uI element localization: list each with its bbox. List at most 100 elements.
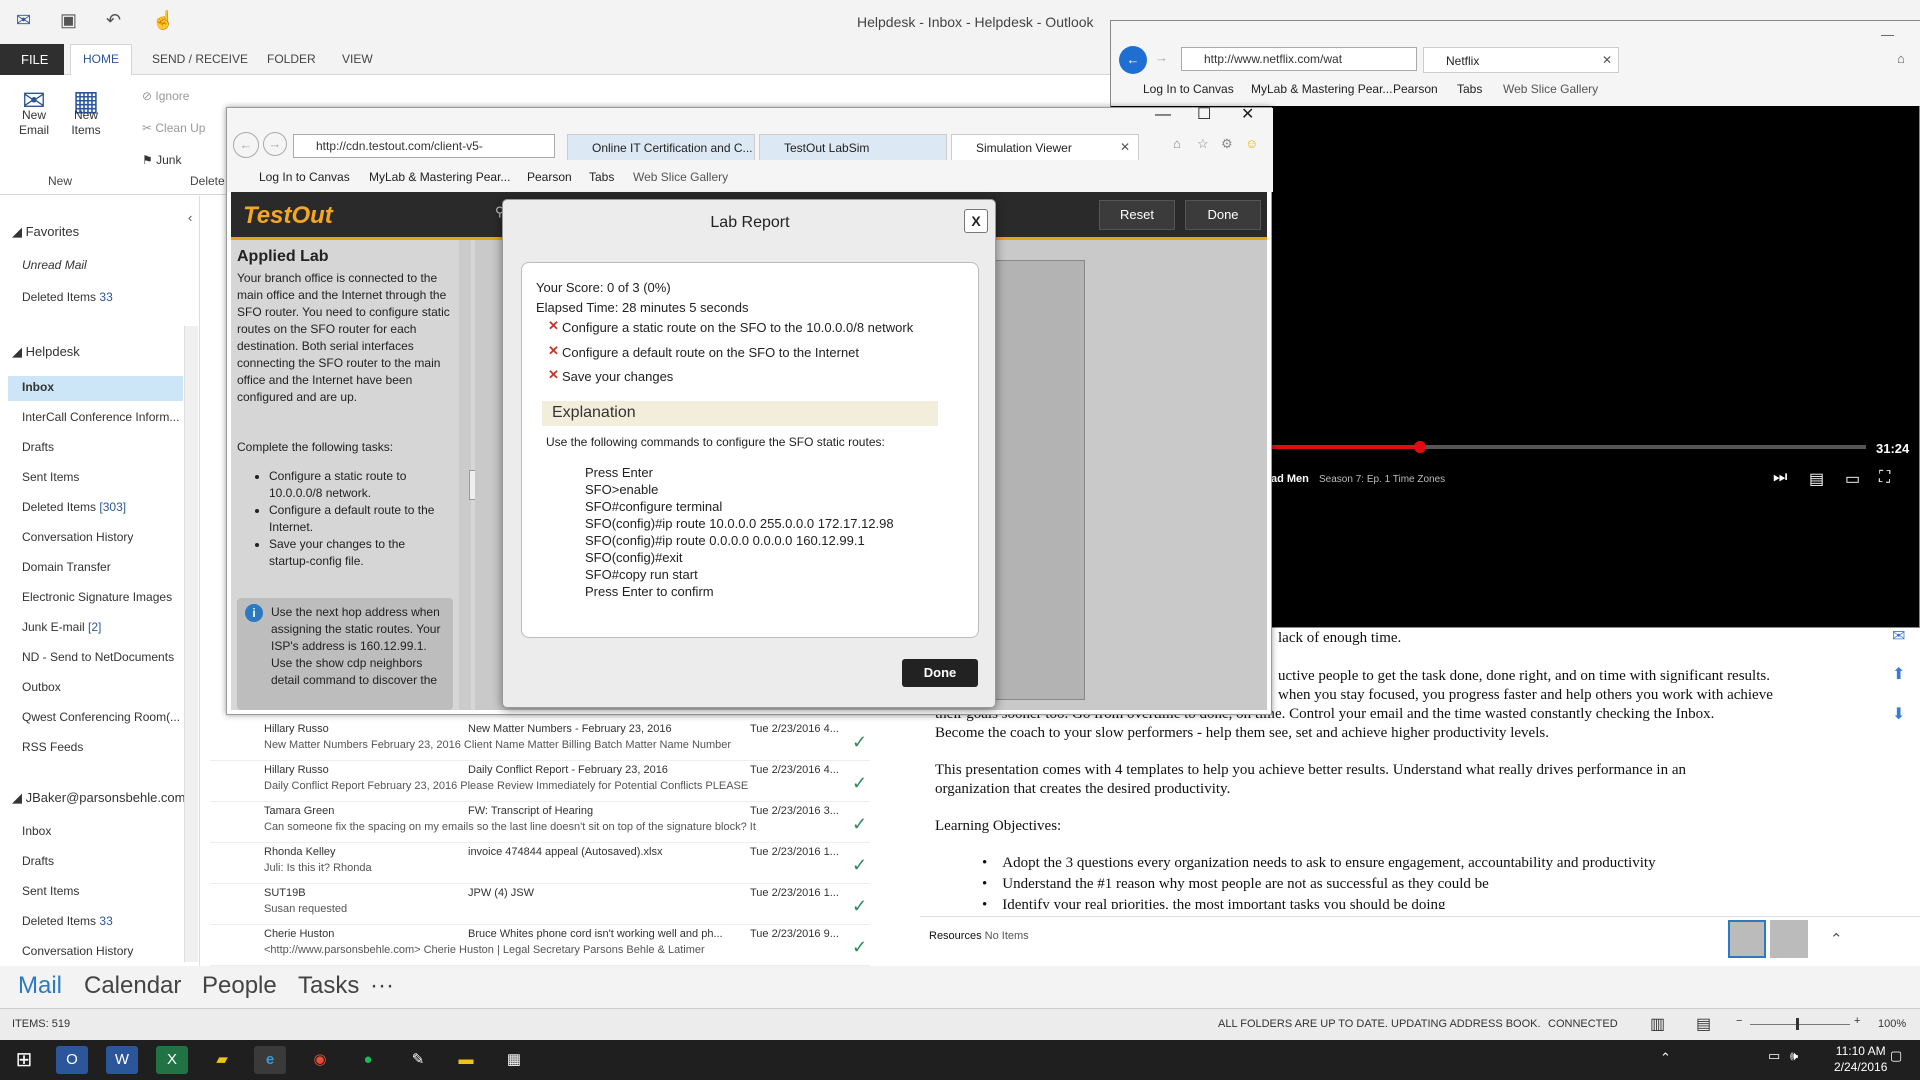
notifications-icon[interactable]: ▢ — [1890, 1048, 1902, 1064]
fav-mylab[interactable]: MyLab & Mastering Pear... — [369, 170, 510, 184]
favorites-header[interactable]: ◢ Favorites — [12, 224, 79, 240]
arrow-down-icon[interactable]: ⬇ — [1892, 704, 1905, 724]
fav-web-slice[interactable]: Web Slice Gallery — [633, 170, 728, 184]
sim-address-bar[interactable]: http://cdn.testout.com/client-v5- — [293, 134, 555, 158]
close-dialog-button[interactable]: X — [964, 209, 988, 233]
smiley-icon[interactable]: ☺ — [1245, 136, 1258, 151]
zoom-slider[interactable] — [1750, 1024, 1850, 1025]
close-window-icon[interactable]: ✕ — [1241, 104, 1254, 124]
tab-view[interactable]: VIEW — [342, 52, 373, 66]
nav-conversation-history[interactable]: Conversation History — [22, 530, 133, 544]
netflix-address-bar[interactable]: http://www.netflix.com/wat — [1181, 47, 1417, 71]
nav-rss[interactable]: RSS Feeds — [22, 740, 83, 754]
nav-sent-2[interactable]: Sent Items — [22, 884, 79, 898]
nav-drafts[interactable]: Drafts — [22, 440, 54, 454]
message-row[interactable]: Cherie Huston Bruce Whites phone cord isn… — [210, 925, 870, 966]
tray-chevron-icon[interactable]: ⌃ — [1660, 1050, 1671, 1066]
nav-drafts-2[interactable]: Drafts — [22, 854, 54, 868]
account-header[interactable]: ◢ JBaker@parsonsbehle.com — [12, 790, 186, 806]
message-row[interactable]: SUT19B JPW (4) JSW Tue 2/23/2016 1... Susan… — [210, 884, 870, 925]
internet-explorer-icon[interactable]: e — [254, 1046, 286, 1074]
forward-icon[interactable]: → — [1155, 50, 1168, 65]
nav-junk[interactable]: Junk E-mail [2] — [22, 620, 101, 634]
nav-deleted-items[interactable]: Deleted Items [303] — [22, 500, 126, 514]
fav-canvas[interactable]: Log In to Canvas — [259, 170, 350, 184]
tab-online-it[interactable]: Online IT Certification and C... — [567, 134, 755, 160]
message-row[interactable]: Tamara Green FW: Transcript of Hearing Tue… — [210, 802, 870, 843]
volume-icon[interactable]: 🕪 — [1790, 1048, 1798, 1064]
folder-scrollbar[interactable] — [184, 326, 198, 962]
excel-taskbar-icon[interactable]: X — [156, 1046, 188, 1074]
arrow-up-icon[interactable]: ⬆ — [1892, 664, 1905, 684]
helpdesk-header[interactable]: ◢ Helpdesk — [12, 344, 80, 360]
close-tab-icon[interactable]: ✕ — [1120, 140, 1130, 154]
maximize-icon[interactable]: ☐ — [1197, 104, 1211, 124]
favorites-star-icon[interactable]: ☆ — [1197, 136, 1209, 152]
fav-tabs[interactable]: Tabs — [1457, 82, 1482, 96]
tab-labsim[interactable]: TestOut LabSim — [759, 134, 947, 160]
collapse-people-icon[interactable]: ⌃ — [1830, 930, 1843, 949]
tab-home[interactable]: HOME — [70, 44, 132, 75]
nav-unread-mail[interactable]: Unread Mail — [22, 258, 87, 272]
tab-send-receive[interactable]: SEND / RECEIVE — [152, 52, 248, 66]
nav-calendar[interactable]: Calendar — [84, 972, 181, 1000]
tab-folder[interactable]: FOLDER — [267, 52, 316, 66]
zoom-in-icon[interactable]: + — [1854, 1015, 1860, 1027]
minimize-icon[interactable]: — — [1155, 106, 1171, 124]
nav-inbox[interactable]: Inbox — [22, 380, 54, 394]
normal-view-icon[interactable]: ▥ — [1650, 1014, 1665, 1034]
checkmark-icon[interactable]: ✓ — [852, 896, 867, 917]
outlook-taskbar-icon[interactable]: O — [56, 1046, 88, 1074]
fav-mylab[interactable]: MyLab & Mastering Pear... — [1251, 82, 1392, 96]
start-icon[interactable]: ⊞ — [8, 1046, 40, 1074]
settings-gear-icon[interactable]: ⚙ — [1221, 136, 1233, 152]
message-row[interactable]: Hillary Russo Daily Conflict Report - Feb… — [210, 761, 870, 802]
clean-up-button[interactable]: ✂ Clean Up — [142, 121, 205, 136]
zoom-slider-thumb[interactable] — [1796, 1018, 1799, 1030]
nav-qwest[interactable]: Qwest Conferencing Room(... — [22, 710, 180, 724]
mail-icon[interactable]: ✉ — [1892, 626, 1905, 646]
back-icon[interactable]: ← — [233, 132, 259, 158]
home-icon[interactable]: ⌂ — [1173, 136, 1181, 151]
save-icon[interactable]: ▣ — [60, 10, 77, 31]
clock[interactable]: 11:10 AM 2/24/2016 — [1834, 1043, 1887, 1075]
next-episode-icon[interactable]: ⏭ — [1773, 469, 1787, 487]
home-icon[interactable]: ⌂ — [1897, 51, 1905, 66]
network-icon[interactable]: ▭ — [1768, 1048, 1780, 1064]
reset-button[interactable]: Reset — [1099, 200, 1175, 230]
nav-sent-items[interactable]: Sent Items — [22, 470, 79, 484]
forward-icon[interactable]: → — [263, 132, 287, 156]
nav-nd[interactable]: ND - Send to NetDocuments — [22, 650, 174, 664]
nav-conversation-history-2[interactable]: Conversation History — [22, 944, 133, 958]
dialog-done-button[interactable]: Done — [902, 659, 978, 687]
subtitles-icon[interactable]: ▭ — [1845, 469, 1860, 489]
message-row[interactable]: Hillary Russo New Matter Numbers - Februa… — [210, 720, 870, 761]
nav-intercall[interactable]: InterCall Conference Inform... — [22, 410, 179, 424]
nav-mail[interactable]: Mail — [18, 972, 62, 1000]
back-icon[interactable]: ← — [1119, 46, 1147, 74]
nav-tasks[interactable]: Tasks — [298, 972, 359, 1000]
nav-inbox-2[interactable]: Inbox — [22, 824, 51, 838]
checkmark-icon[interactable]: ✓ — [852, 855, 867, 876]
tab-netflix[interactable]: Netflix ✕ — [1423, 47, 1619, 73]
more-icon[interactable]: ··· — [370, 972, 394, 1000]
collapse-pane-icon[interactable]: ‹ — [188, 210, 192, 225]
app-icon[interactable]: ▬ — [450, 1046, 482, 1074]
nav-people[interactable]: People — [202, 972, 277, 1000]
nav-esig[interactable]: Electronic Signature Images — [22, 590, 172, 604]
tab-file[interactable]: FILE — [0, 44, 64, 75]
done-button[interactable]: Done — [1185, 200, 1261, 230]
nav-deleted-3[interactable]: Deleted Items 33 — [22, 914, 113, 928]
word-taskbar-icon[interactable]: W — [106, 1046, 138, 1074]
checkmark-icon[interactable]: ✓ — [852, 814, 867, 835]
fav-pearson[interactable]: Pearson — [1393, 82, 1438, 96]
ignore-button[interactable]: ⊘ Ignore — [142, 89, 189, 104]
episodes-icon[interactable]: ▤ — [1809, 469, 1824, 489]
video-progress-handle[interactable] — [1414, 441, 1426, 453]
fav-pearson[interactable]: Pearson — [527, 170, 572, 184]
message-row[interactable]: Rhonda Kelley invoice 474844 appeal (Auto… — [210, 843, 870, 884]
fullscreen-icon[interactable]: ⛶ — [1879, 469, 1890, 487]
app-icon[interactable]: ✎ — [402, 1046, 434, 1074]
touch-mode-icon[interactable]: ☝ — [152, 10, 174, 31]
checkmark-icon[interactable]: ✓ — [852, 773, 867, 794]
